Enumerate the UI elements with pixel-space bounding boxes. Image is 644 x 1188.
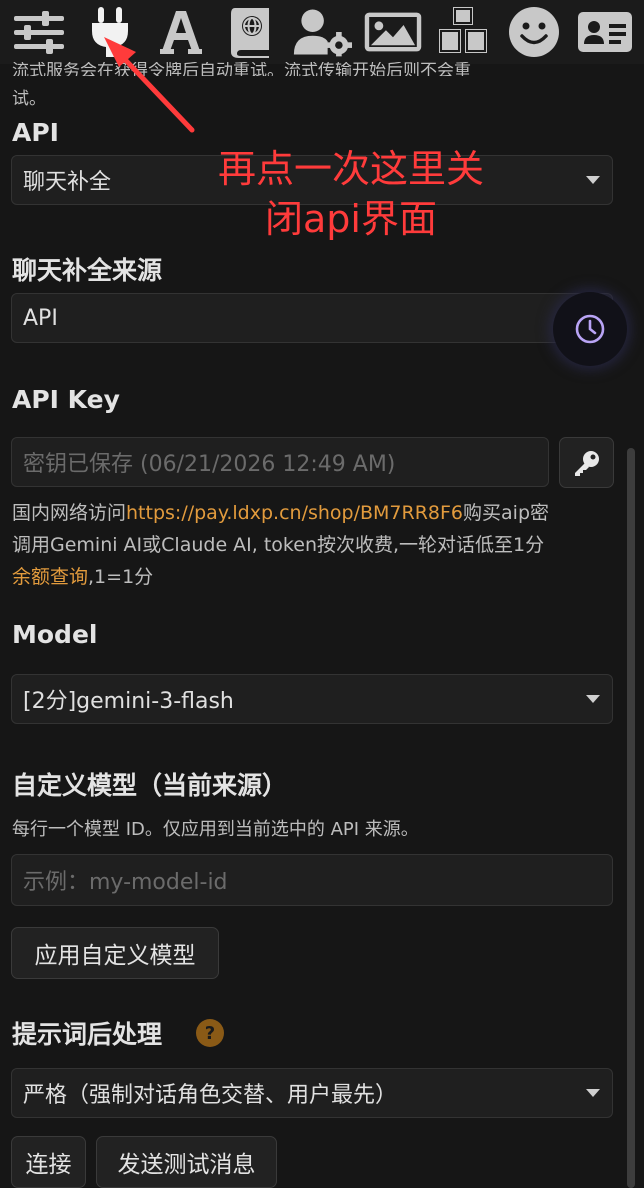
purchase-link[interactable]: https://pay.ldxp.cn/shop/BM7RR8F6 xyxy=(126,502,463,524)
source-select[interactable]: API xyxy=(11,293,613,343)
info-line-1: 国内网络访问https://pay.ldxp.cn/shop/BM7RR8F6购… xyxy=(12,497,549,529)
user-gear-icon[interactable] xyxy=(292,2,352,62)
annotation-line-1: 再点一次这里关 xyxy=(217,147,484,191)
annotation-line-2: 闭api界面 xyxy=(265,197,437,241)
clipped-description-end: 试。 xyxy=(12,89,46,109)
info-prefix: 国内网络访问 xyxy=(12,502,127,524)
connect-button[interactable]: 连接 xyxy=(11,1136,86,1188)
help-icon[interactable]: ? xyxy=(196,1019,224,1047)
model-label: Model xyxy=(12,620,98,649)
apply-custom-model-button[interactable]: 应用自定义模型 xyxy=(11,927,219,979)
api-select-value: 聊天补全 xyxy=(23,170,112,195)
source-select-value: API xyxy=(23,305,58,331)
postprocess-select-value: 严格（强制对话角色交替、用户最先） xyxy=(23,1083,398,1108)
history-button[interactable] xyxy=(553,292,627,366)
top-toolbar xyxy=(0,0,644,64)
postprocess-label: 提示词后处理 xyxy=(12,1020,163,1049)
clock-icon xyxy=(575,314,605,344)
send-test-message-button[interactable]: 发送测试消息 xyxy=(96,1136,277,1188)
info-suffix: 购买aip密 xyxy=(463,502,550,524)
balance-link[interactable]: 余额查询 xyxy=(12,566,88,588)
info-line-3: 余额查询,1=1分 xyxy=(12,561,153,593)
chevron-down-icon xyxy=(586,695,600,703)
custom-model-label: 自定义模型（当前来源） xyxy=(12,771,288,800)
custom-model-placeholder: 示例：my-model-id xyxy=(23,870,228,895)
id-card-icon[interactable] xyxy=(575,2,635,62)
api-key-input[interactable]: 密钥已保存 (06/21/2026 12:49 AM) xyxy=(11,437,549,487)
key-icon xyxy=(574,450,599,476)
chevron-down-icon xyxy=(586,176,600,184)
key-button[interactable] xyxy=(559,437,614,488)
api-key-placeholder: 密钥已保存 (06/21/2026 12:49 AM) xyxy=(23,452,396,477)
chevron-down-icon xyxy=(586,1089,600,1097)
model-select-value: [2分]gemini-3-flash xyxy=(23,689,234,714)
font-icon[interactable] xyxy=(151,2,211,62)
custom-model-textarea[interactable]: 示例：my-model-id xyxy=(11,854,613,906)
clipped-description-top: 流式服务会在获得令牌后自动重试。流式传输开始后则不会重 xyxy=(12,62,471,76)
scrollbar[interactable] xyxy=(627,448,635,1188)
custom-model-desc: 每行一个模型 ID。仅应用到当前选中的 API 来源。 xyxy=(12,819,419,840)
source-label: 聊天补全来源 xyxy=(12,256,163,285)
smiley-icon[interactable] xyxy=(504,2,564,62)
postprocess-select[interactable]: 严格（强制对话角色交替、用户最先） xyxy=(11,1068,613,1118)
api-key-label: API Key xyxy=(12,385,120,414)
api-label: API xyxy=(12,118,59,147)
annotation-text: 再点一次这里关 闭api界面 xyxy=(194,144,508,244)
cubes-icon[interactable] xyxy=(433,2,493,62)
model-select[interactable]: [2分]gemini-3-flash xyxy=(11,674,613,724)
image-icon[interactable] xyxy=(363,2,423,62)
info-line-2: 调用Gemini AI或Claude AI, token按次收费,一轮对话低至1… xyxy=(12,534,545,556)
plug-icon[interactable] xyxy=(80,2,140,62)
info-line3-suffix: ,1=1分 xyxy=(88,566,154,588)
book-globe-icon[interactable] xyxy=(221,2,281,62)
sliders-icon[interactable] xyxy=(9,2,69,62)
